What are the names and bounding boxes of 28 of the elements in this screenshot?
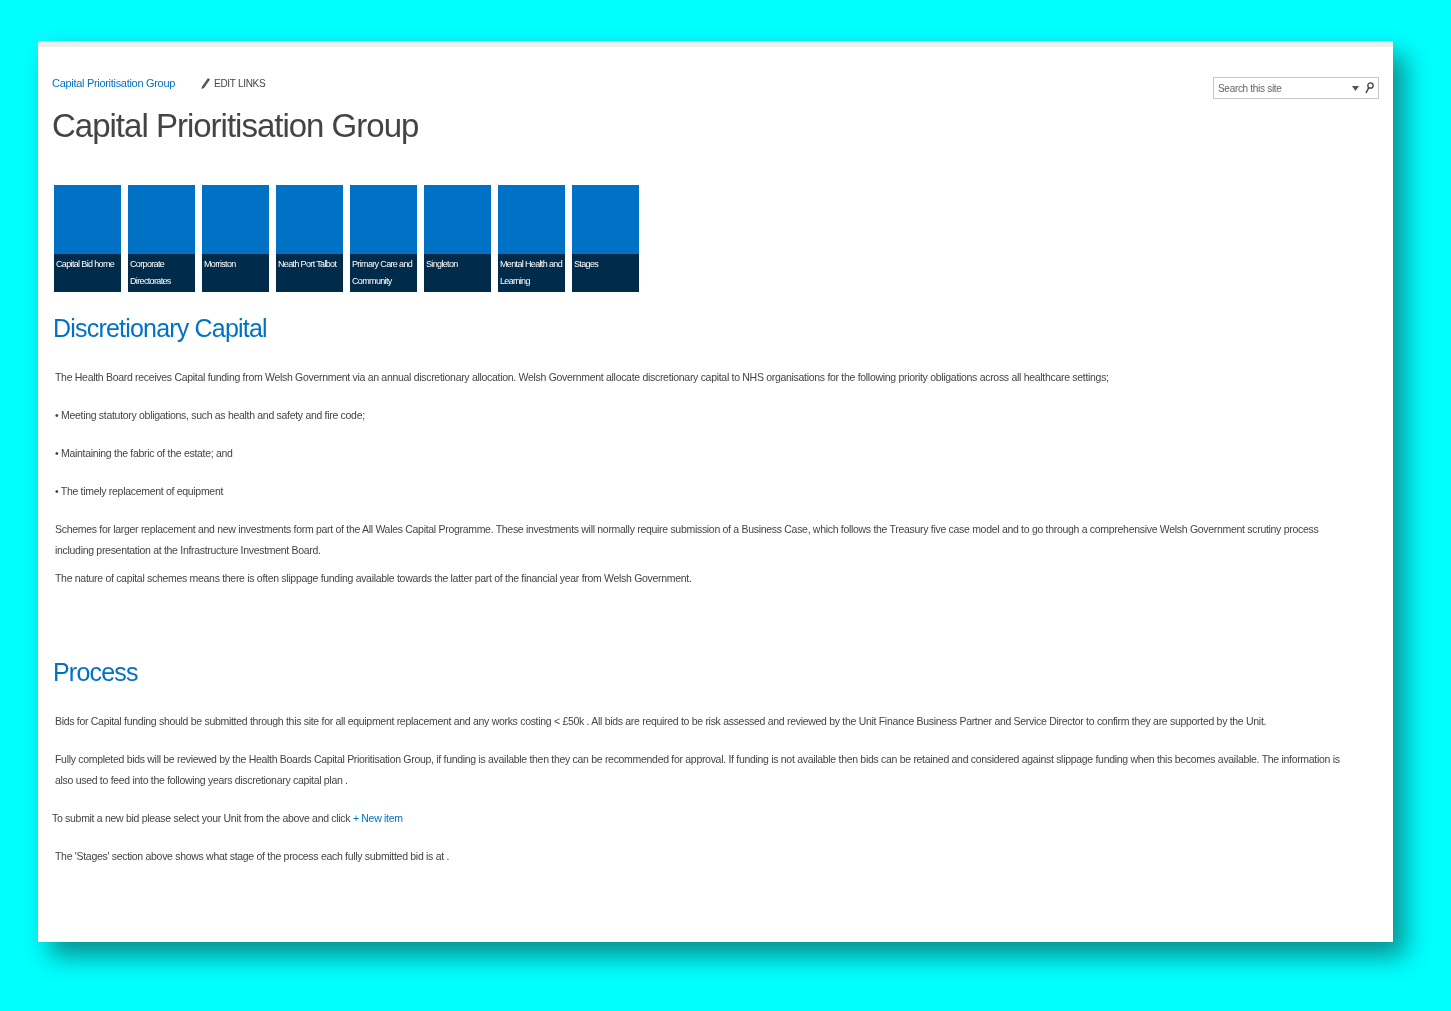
bullet-item: • Meeting statutory obligations, such as health and safety and fire code; bbox=[54, 408, 366, 423]
navigation-tile[interactable]: Singleton bbox=[424, 185, 491, 292]
search-box[interactable]: Search this site bbox=[1213, 77, 1379, 99]
navigation-tile[interactable]: Morriston bbox=[202, 185, 269, 292]
bullet-item: • Maintaining the fabric of the estate; and bbox=[54, 446, 234, 461]
section-heading: Process bbox=[53, 658, 139, 687]
navigation-tile[interactable]: Capital Bid home bbox=[54, 185, 121, 292]
navigation-tile[interactable]: Stages bbox=[572, 185, 639, 292]
edit-links-button[interactable]: EDIT LINKS bbox=[201, 77, 266, 89]
body-text: The nature of capital schemes means there is often slippage funding available towards the latter part of the financial year from Welsh Government. bbox=[54, 571, 693, 586]
section-heading: Discretionary Capital bbox=[53, 314, 268, 343]
page-title: Capital Prioritisation Group bbox=[52, 107, 420, 145]
navigation-tile[interactable]: Primary Care and Community bbox=[350, 185, 417, 292]
body-text: The Health Board receives Capital funding from Welsh Government via an annual discretionary allocation. Welsh Government allocate discretionary capital to NHS organisations for the following priority obligations across all healthcare settings; bbox=[54, 370, 1110, 385]
new-item-link[interactable]: + New item bbox=[352, 812, 403, 824]
dropdown-caret-icon[interactable] bbox=[1352, 85, 1359, 91]
search-icon[interactable] bbox=[1365, 82, 1374, 94]
bullet-item: • The timely replacement of equipment bbox=[54, 484, 225, 499]
navigation-tile[interactable]: Mental Health and Learning bbox=[498, 185, 565, 292]
body-text: The 'Stages' section above shows what stage of the process each fully submitted bid is at . bbox=[54, 849, 451, 864]
body-text: Schemes for larger replacement and new investments form part of the All Wales Capital Programme. These investments will normally require submission of a Business Case, which follows the Treasury five case model and to go through a comprehensive Welsh Government scrutiny process including presentation at the Infrastructure Investment Board. bbox=[54, 522, 1320, 558]
body-text: Bids for Capital funding should be submitted through this site for all equipment replacement and any works costing < £50k . All bids are required to be risk assessed and reviewed by the Unit Finance Business Partner and Service Director to confirm they are supported by the Unit. bbox=[54, 714, 1268, 729]
pencil-icon bbox=[201, 77, 211, 89]
navigation-tile[interactable]: Neath Port Talbot bbox=[276, 185, 343, 292]
navigation-tile[interactable]: Corporate Directorates bbox=[128, 185, 195, 292]
instruction-text: To submit a new bid please select your Unit from the above and click + New item bbox=[52, 811, 404, 826]
body-text: Fully completed bids will be reviewed by the Health Boards Capital Prioritisation Group, if funding is available then they can be recommended for approval. If funding is not available then bids can be retained and considered against slippage funding when this becomes available. The information is also used to feed into the following years discretionary capital plan . bbox=[54, 752, 1341, 788]
site-link[interactable]: Capital Prioritisation Group bbox=[52, 77, 176, 89]
